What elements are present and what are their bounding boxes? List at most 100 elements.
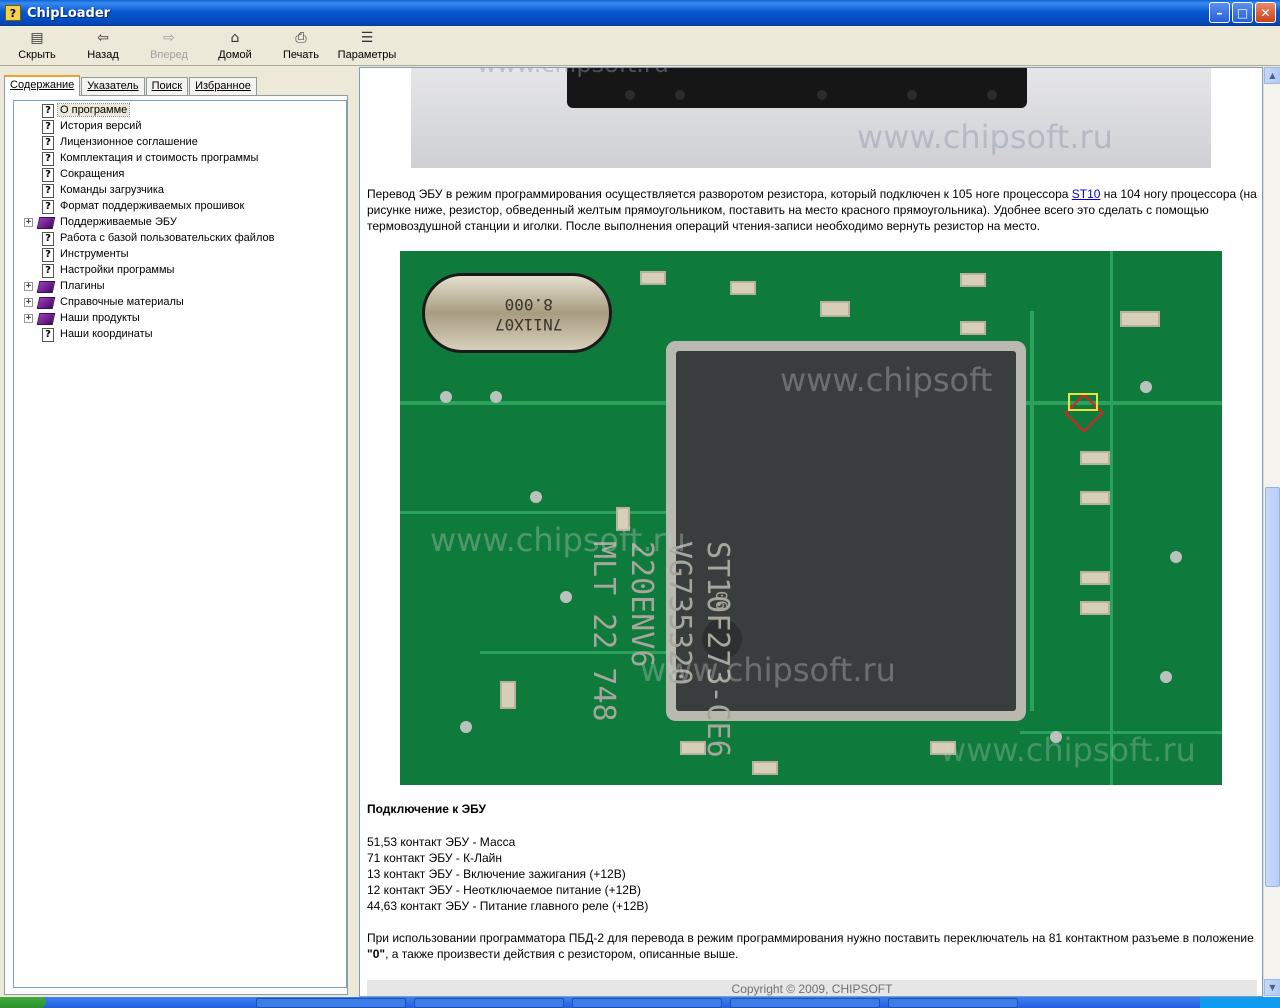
content-pane[interactable]: www.chipsoft.ru www.chipsoft.ru Перевод … bbox=[359, 67, 1263, 997]
tree-item-label: Команды загрузчика bbox=[60, 184, 165, 196]
forward-button[interactable]: ⇨ Вперед bbox=[136, 26, 202, 66]
tree-item-label: Справочные материалы bbox=[60, 296, 184, 308]
ecu-photo: www.chipsoft.ru www.chipsoft.ru bbox=[411, 68, 1211, 168]
list-item: 51,53 контакт ЭБУ - Масса bbox=[367, 835, 516, 849]
help-page-icon: ? bbox=[42, 168, 54, 182]
tab-index[interactable]: Указатель bbox=[81, 77, 145, 95]
back-arrow-icon: ⇦ bbox=[97, 30, 109, 46]
tree-item-label: История версий bbox=[60, 120, 142, 132]
book-icon bbox=[36, 281, 56, 293]
tree-item[interactable]: ? Лицензионное соглашение bbox=[14, 135, 346, 151]
taskbar-item[interactable] bbox=[730, 998, 880, 1008]
options-icon: ☰ bbox=[360, 30, 374, 46]
nav-tabs: Содержание Указатель Поиск Избранное bbox=[4, 75, 258, 96]
navigation-pane: Содержание Указатель Поиск Избранное ? О … bbox=[0, 67, 352, 997]
home-button[interactable]: ⌂ Домой bbox=[202, 26, 268, 66]
scroll-thumb[interactable] bbox=[1265, 487, 1280, 887]
watermark-text: www.chipsoft.ru bbox=[477, 68, 669, 78]
tree-item-label: Работа с базой пользовательских файлов bbox=[60, 232, 275, 244]
print-button[interactable]: ⎙ Печать bbox=[268, 26, 334, 66]
help-page-icon: ? bbox=[42, 104, 54, 118]
tab-contents[interactable]: Содержание bbox=[4, 75, 81, 96]
crystal-oscillator: 7N11X07 8.000 bbox=[422, 273, 612, 353]
expand-icon[interactable]: + bbox=[24, 282, 33, 291]
tree-item[interactable]: ? История версий bbox=[14, 119, 346, 135]
toolbar: ▤ Скрыть ⇦ Назад ⇨ Вперед ⌂ Домой ⎙ Печа… bbox=[0, 26, 1280, 66]
resistor-marker bbox=[1068, 393, 1098, 411]
tree-item[interactable]: ? Формат поддерживаемых прошивок bbox=[14, 199, 346, 215]
print-icon: ⎙ bbox=[295, 30, 307, 46]
connection-list: 51,53 контакт ЭБУ - Масса 71 контакт ЭБУ… bbox=[367, 834, 648, 914]
system-tray bbox=[1200, 997, 1280, 1008]
taskbar bbox=[0, 997, 1280, 1008]
hide-button[interactable]: ▤ Скрыть bbox=[4, 26, 70, 66]
tree-item[interactable]: ? Настройки программы bbox=[14, 263, 346, 279]
tree-item[interactable]: + Поддерживаемые ЭБУ bbox=[14, 215, 346, 231]
list-item: 12 контакт ЭБУ - Неотключаемое питание (… bbox=[367, 883, 641, 897]
help-page-icon: ? bbox=[42, 328, 54, 342]
book-icon bbox=[36, 313, 56, 325]
intro-paragraph: Перевод ЭБУ в режим программирования осу… bbox=[367, 187, 1257, 233]
tree-item-label: Сокращения bbox=[60, 168, 125, 180]
minimize-button[interactable]: – bbox=[1209, 2, 1230, 23]
tree-item[interactable]: ? Комплектация и стоимость программы bbox=[14, 151, 346, 167]
content-scrollbar[interactable]: ▲ ▼ bbox=[1263, 67, 1280, 997]
options-button[interactable]: ☰ Параметры bbox=[334, 26, 400, 66]
back-button[interactable]: ⇦ Назад bbox=[70, 26, 136, 66]
connection-heading: Подключение к ЭБУ bbox=[367, 802, 486, 816]
st10-link[interactable]: ST10 bbox=[1072, 187, 1101, 201]
pcb-photo: 7N11X07 8.000 ST10F273-CE6 VG735320 220E… bbox=[400, 251, 1222, 785]
contents-tree[interactable]: ? О программе? История версий? Лицензионное… bbox=[13, 100, 347, 988]
tree-item[interactable]: ? Инструменты bbox=[14, 247, 346, 263]
pbd2-note: При использовании программатора ПБД-2 дл… bbox=[367, 931, 1254, 961]
watermark-text: www.chipsoft.ru bbox=[857, 118, 1113, 156]
taskbar-item[interactable] bbox=[572, 998, 722, 1008]
contents-panel: ? О программе? История версий? Лицензионное… bbox=[4, 95, 348, 995]
expand-icon[interactable]: + bbox=[24, 218, 33, 227]
window-controls: – □ ✕ bbox=[1209, 2, 1276, 23]
title-bar[interactable]: ? ChipLoader – □ ✕ bbox=[0, 0, 1280, 26]
tree-item[interactable]: ? Команды загрузчика bbox=[14, 183, 346, 199]
tree-item[interactable]: + Справочные материалы bbox=[14, 295, 346, 311]
tree-item-label: Наши координаты bbox=[60, 328, 153, 340]
hide-pane-icon: ▤ bbox=[30, 30, 44, 46]
tab-favorites[interactable]: Избранное bbox=[189, 77, 257, 95]
tree-item-label: Формат поддерживаемых прошивок bbox=[60, 200, 245, 212]
help-page-icon: ? bbox=[42, 136, 54, 150]
close-button[interactable]: ✕ bbox=[1255, 2, 1276, 23]
expand-icon[interactable]: + bbox=[24, 314, 33, 323]
scroll-up-icon[interactable]: ▲ bbox=[1264, 67, 1280, 84]
home-icon: ⌂ bbox=[230, 30, 240, 46]
book-icon bbox=[36, 217, 56, 229]
tree-item[interactable]: + Плагины bbox=[14, 279, 346, 295]
tree-item[interactable]: ? Сокращения bbox=[14, 167, 346, 183]
tree-item[interactable]: + Наши продукты bbox=[14, 311, 346, 327]
maximize-button[interactable]: □ bbox=[1232, 2, 1253, 23]
help-page-icon: ? bbox=[42, 264, 54, 278]
book-icon bbox=[36, 297, 56, 309]
tree-item[interactable]: ? Наши координаты bbox=[14, 327, 346, 343]
help-page-icon: ? bbox=[42, 200, 54, 214]
taskbar-item[interactable] bbox=[888, 998, 1018, 1008]
window-title: ChipLoader bbox=[27, 5, 111, 21]
list-item: 13 контакт ЭБУ - Включение зажигания (+1… bbox=[367, 867, 626, 881]
tree-item-label: Инструменты bbox=[60, 248, 129, 260]
help-page-icon: ? bbox=[42, 152, 54, 166]
start-button[interactable] bbox=[0, 997, 46, 1008]
list-item: 71 контакт ЭБУ - К-Лайн bbox=[367, 851, 502, 865]
tree-item-label: Плагины bbox=[60, 280, 105, 292]
tab-search[interactable]: Поиск bbox=[145, 77, 189, 95]
tree-item[interactable]: ? Работа с базой пользовательских файлов bbox=[14, 231, 346, 247]
scroll-down-icon[interactable]: ▼ bbox=[1264, 979, 1280, 996]
tree-item-label: О программе bbox=[56, 103, 131, 117]
help-page-icon: ? bbox=[42, 248, 54, 262]
tree-item-label: Поддерживаемые ЭБУ bbox=[60, 216, 177, 228]
expand-icon[interactable]: + bbox=[24, 298, 33, 307]
taskbar-item[interactable] bbox=[256, 998, 406, 1008]
tree-item-label: Настройки программы bbox=[60, 264, 175, 276]
help-page-icon: ? bbox=[42, 120, 54, 134]
pane-splitter[interactable] bbox=[352, 67, 359, 997]
taskbar-item[interactable] bbox=[414, 998, 564, 1008]
help-page-icon: ? bbox=[42, 184, 54, 198]
tree-item[interactable]: ? О программе bbox=[14, 103, 346, 119]
